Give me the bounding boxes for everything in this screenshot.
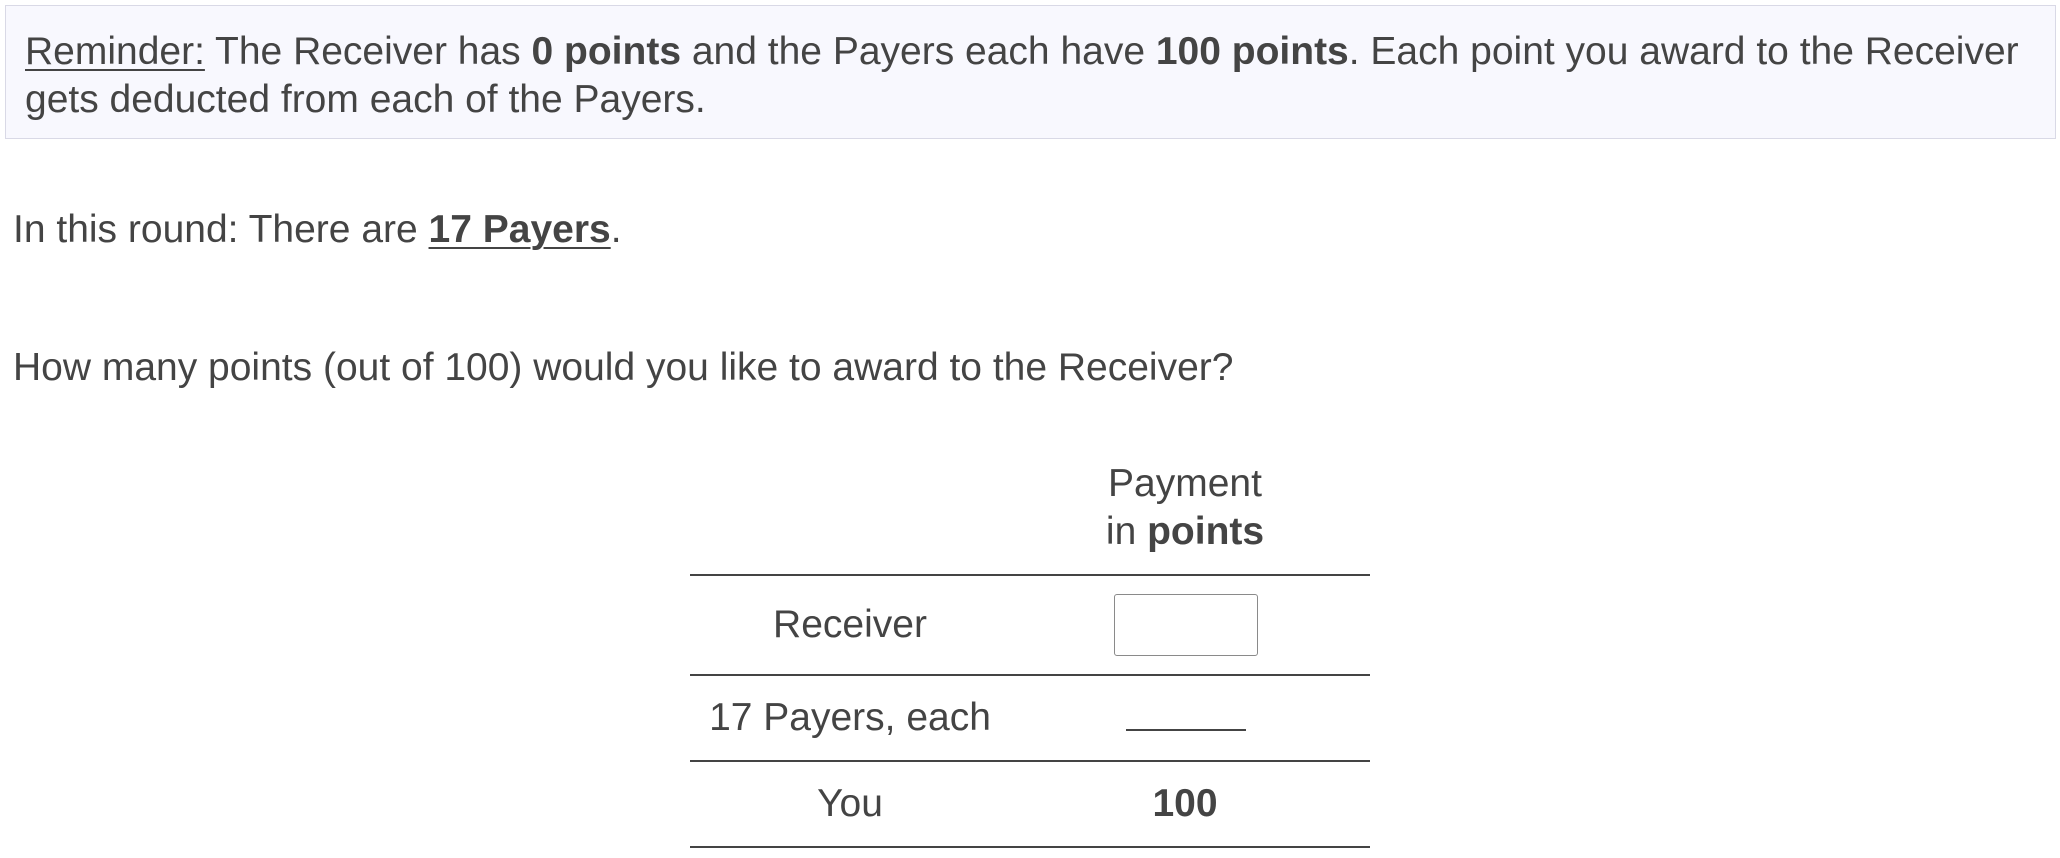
you-payment-value: 100 (1152, 782, 1218, 825)
table-row-payers: 17 Payers, each (690, 676, 1370, 762)
reminder-label: Reminder: (25, 30, 205, 73)
you-label: You (817, 782, 883, 825)
payment-header-line2-bold: points (1147, 510, 1265, 553)
round-info: In this round: There are 17 Payers. (13, 202, 622, 258)
table-row-you: You 100 (690, 762, 1370, 848)
payer-starting-points: 100 points (1155, 30, 1349, 73)
payment-table: Payment in points Receiver 17 Payers, ea… (690, 456, 1370, 848)
payers-label: 17 Payers, each (709, 696, 991, 739)
payers-payment-blank (1126, 729, 1246, 731)
reminder-text-1: The Receiver has (204, 30, 532, 73)
receiver-points-input[interactable] (1114, 594, 1258, 656)
payment-header-line2-prefix: in (1105, 510, 1148, 553)
receiver-label: Receiver (773, 603, 927, 646)
table-row-receiver: Receiver (690, 576, 1370, 676)
payment-column-header: Payment in points (1090, 460, 1280, 556)
payment-header-line1: Payment (1108, 462, 1262, 505)
round-info-prefix: In this round: There are (13, 208, 429, 251)
receiver-starting-points: 0 points (531, 30, 682, 73)
reminder-box: Reminder: The Receiver has 0 points and … (5, 5, 2056, 139)
receiver-payment-cell (1090, 576, 1280, 674)
round-info-suffix: . (610, 208, 622, 251)
payers-count: 17 Payers (428, 208, 611, 251)
payment-table-header: Payment in points (690, 456, 1370, 576)
reminder-text-2: and the Payers each have (681, 30, 1156, 73)
award-question: How many points (out of 100) would you l… (13, 346, 1234, 389)
